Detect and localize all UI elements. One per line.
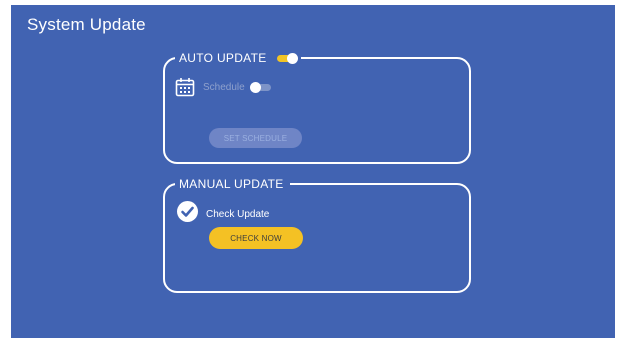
toggle-knob (286, 52, 298, 64)
calendar-icon (175, 77, 195, 97)
page-title: System Update (27, 15, 146, 34)
check-update-row: Check Update (177, 201, 269, 227)
auto-update-label: AUTO UPDATE (179, 51, 267, 65)
manual-update-legend: MANUAL UPDATE (175, 176, 290, 192)
auto-update-group: AUTO UPDATE Schedule SET SCHEDULE (163, 50, 471, 164)
manual-update-label: MANUAL UPDATE (179, 177, 284, 191)
checkmark-icon[interactable] (177, 201, 198, 227)
check-update-label: Check Update (206, 208, 270, 220)
auto-update-legend: AUTO UPDATE (175, 50, 301, 66)
manual-update-group: MANUAL UPDATE Check Update CHECK NOW (163, 176, 471, 293)
system-update-screen: System Update AUTO UPDATE Schedule SET S… (11, 5, 615, 338)
toggle-knob (249, 81, 261, 93)
set-schedule-button[interactable]: SET SCHEDULE (209, 128, 302, 148)
check-now-button[interactable]: CHECK NOW (209, 227, 303, 249)
schedule-toggle[interactable] (249, 81, 271, 93)
schedule-row: Schedule (175, 77, 271, 97)
schedule-label: Schedule (203, 81, 245, 93)
auto-update-toggle[interactable] (276, 52, 298, 64)
